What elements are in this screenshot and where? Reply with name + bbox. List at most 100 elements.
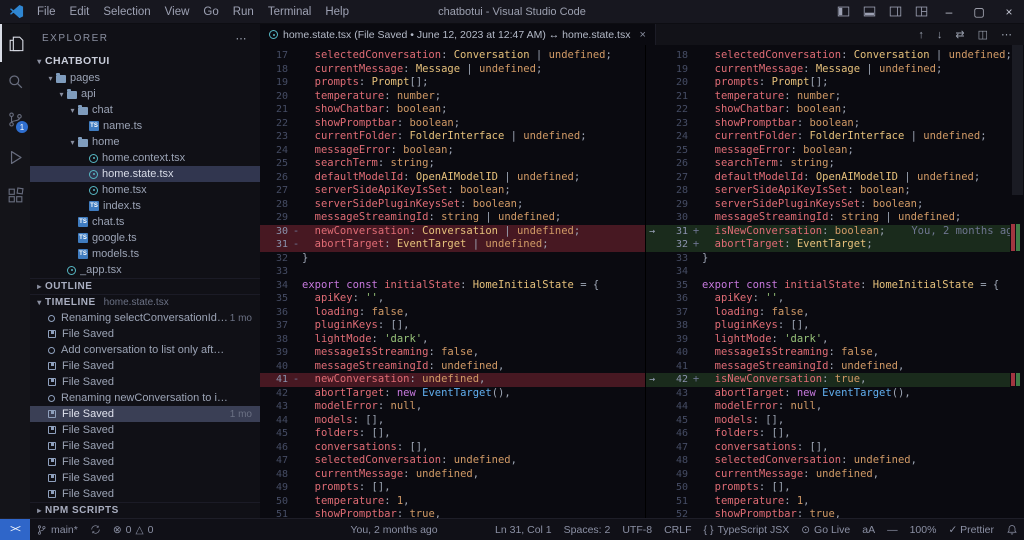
timeline-item[interactable]: Renaming selectConversationId to s... 1 m…	[30, 310, 260, 326]
code-line[interactable]: 17 selectedConversation: Conversation | …	[260, 49, 645, 63]
code-line[interactable]: 36 loading: false,	[260, 306, 645, 320]
code-line[interactable]: 35 export const initialState: HomeInitial…	[646, 279, 1024, 293]
code-line[interactable]: 33}	[646, 252, 1024, 266]
npm-scripts-section[interactable]: ▸ NPM SCRIPTS	[30, 502, 260, 518]
problems-button[interactable]: ⊗ 0 △ 0	[107, 524, 160, 536]
code-line[interactable]: 45 models: [],	[646, 414, 1024, 428]
menu-selection[interactable]: Selection	[96, 6, 157, 18]
code-line[interactable]: 32 + abortTarget: EventTarget;	[646, 238, 1024, 252]
tree-item-google-ts[interactable]: TS google.ts	[30, 230, 260, 246]
code-line[interactable]: 47 conversations: [],	[646, 441, 1024, 455]
more-actions-icon[interactable]: ⋯	[236, 32, 249, 45]
code-line[interactable]: 23 showPromptbar: boolean;	[646, 117, 1024, 131]
cursor-position-button[interactable]: Ln 31, Col 1	[489, 524, 558, 536]
code-line[interactable]: 43 abortTarget: new EventTarget(),	[646, 387, 1024, 401]
menu-help[interactable]: Help	[318, 6, 356, 18]
timeline-item[interactable]: File Saved	[30, 470, 260, 486]
code-line[interactable]: 49 prompts: [],	[260, 481, 645, 495]
tree-item-home-tsx[interactable]: home.tsx	[30, 182, 260, 198]
code-line[interactable]: 32}	[260, 252, 645, 266]
code-line[interactable]: 42 abortTarget: new EventTarget(),	[260, 387, 645, 401]
code-line[interactable]: 28 serverSidePluginKeysSet: boolean;	[260, 198, 645, 212]
code-line[interactable]: 25 messageError: boolean;	[646, 144, 1024, 158]
close-tab-icon[interactable]: ×	[639, 29, 645, 41]
code-line[interactable]: 38 pluginKeys: [],	[646, 319, 1024, 333]
timeline-section[interactable]: ▾ TIMELINE home.state.tsx	[30, 294, 260, 310]
code-line[interactable]: 28 serverSideApiKeyIsSet: boolean;	[646, 184, 1024, 198]
code-line[interactable]: 34	[646, 265, 1024, 279]
code-line[interactable]: 31- abortTarget: EventTarget | undefined…	[260, 238, 645, 252]
go-live-button[interactable]: ⊙ Go Live	[795, 524, 856, 536]
tree-item-models-ts[interactable]: TS models.ts	[30, 246, 260, 262]
toggle-secondary-sidebar-icon[interactable]	[882, 0, 908, 24]
run-debug-icon[interactable]	[0, 138, 30, 176]
eol-button[interactable]: CRLF	[658, 524, 697, 536]
code-line[interactable]: 48 currentMessage: undefined,	[260, 468, 645, 482]
code-line[interactable]: 20 prompts: Prompt[];	[646, 76, 1024, 90]
code-line[interactable]: 40 messageIsStreaming: false,	[646, 346, 1024, 360]
customize-layout-icon[interactable]	[908, 0, 934, 24]
code-line[interactable]: 33	[260, 265, 645, 279]
tree-item--app-tsx[interactable]: _app.tsx	[30, 262, 260, 278]
code-line[interactable]: 27 defaultModelId: OpenAIModelID | undef…	[646, 171, 1024, 185]
code-line[interactable]: 29 messageStreamingId: string | undefine…	[260, 211, 645, 225]
code-line[interactable]: 31 + isNewConversation: boolean; You, 2 mo…	[646, 224, 1024, 238]
diff-left-pane[interactable]: 17 selectedConversation: Conversation | …	[260, 45, 646, 518]
indentation-button[interactable]: Spaces: 2	[558, 524, 617, 536]
search-icon[interactable]	[0, 62, 30, 100]
code-line[interactable]: 18 currentMessage: Message | undefined;	[260, 63, 645, 77]
code-line[interactable]: 44 models: [],	[260, 414, 645, 428]
source-control-icon[interactable]: 1	[0, 100, 30, 138]
code-line[interactable]: 46 conversations: [],	[260, 441, 645, 455]
code-line[interactable]: 23 currentFolder: FolderInterface | unde…	[260, 130, 645, 144]
tree-item-api[interactable]: ▾ api	[30, 86, 260, 102]
minimize-button[interactable]: –	[934, 0, 964, 24]
code-line[interactable]: 30 messageStreamingId: string | undefine…	[646, 211, 1024, 225]
explorer-icon[interactable]	[0, 24, 30, 62]
scrollbar-thumb[interactable]	[1012, 45, 1023, 195]
tree-item-home[interactable]: ▾ home	[30, 134, 260, 150]
timeline-item[interactable]: File Saved	[30, 438, 260, 454]
toggle-panel-icon[interactable]	[856, 0, 882, 24]
project-root[interactable]: ▾ CHATBOTUI	[30, 52, 260, 70]
code-line[interactable]: 18 selectedConversation: Conversation | …	[646, 49, 1024, 63]
code-line[interactable]: 19 prompts: Prompt[];	[260, 76, 645, 90]
code-line[interactable]: 19 currentMessage: Message | undefined;	[646, 63, 1024, 77]
code-line[interactable]: 34 export const initialState: HomeInitial…	[260, 279, 645, 293]
language-mode-button[interactable]: { } TypeScript JSX	[698, 524, 796, 536]
code-line[interactable]: 29 serverSidePluginKeysSet: boolean;	[646, 198, 1024, 212]
code-line[interactable]: 51 showPromptbar: true,	[260, 508, 645, 518]
zoom-level[interactable]: 100%	[904, 524, 943, 536]
timeline-item[interactable]: File Saved 1 mo	[30, 406, 260, 422]
overview-ruler[interactable]	[1010, 45, 1024, 518]
toggle-sidebar-icon[interactable]	[830, 0, 856, 24]
previous-change-icon[interactable]: ↑	[918, 29, 924, 41]
swap-sides-icon[interactable]: ⇄	[955, 28, 964, 41]
code-line[interactable]: 26 searchTerm: string;	[646, 157, 1024, 171]
timeline-item[interactable]: File Saved	[30, 326, 260, 342]
revert-change-arrow[interactable]: →	[649, 373, 655, 387]
timeline-item[interactable]: File Saved	[30, 454, 260, 470]
code-line[interactable]: 39 messageIsStreaming: false,	[260, 346, 645, 360]
code-line[interactable]: 50 temperature: 1,	[260, 495, 645, 509]
menu-view[interactable]: View	[158, 6, 197, 18]
close-window-button[interactable]: ×	[994, 0, 1024, 24]
code-line[interactable]: 39 lightMode: 'dark',	[646, 333, 1024, 347]
code-line[interactable]: 51 temperature: 1,	[646, 495, 1024, 509]
menu-edit[interactable]: Edit	[63, 6, 97, 18]
code-line[interactable]: 37 pluginKeys: [],	[260, 319, 645, 333]
code-line[interactable]: 36 apiKey: '',	[646, 292, 1024, 306]
code-line[interactable]: 42 + isNewConversation: true,	[646, 373, 1024, 387]
code-line[interactable]: 24 currentFolder: FolderInterface | unde…	[646, 130, 1024, 144]
code-line[interactable]: 44 modelError: null,	[646, 400, 1024, 414]
timeline-item[interactable]: File Saved	[30, 486, 260, 502]
timeline-item[interactable]: File Saved	[30, 422, 260, 438]
timeline-item[interactable]: File Saved	[30, 358, 260, 374]
tree-item-index-ts[interactable]: TS index.ts	[30, 198, 260, 214]
diff-right-pane[interactable]: 18 selectedConversation: Conversation | …	[646, 45, 1024, 518]
code-line[interactable]: 26 defaultModelId: OpenAIModelID | undef…	[260, 171, 645, 185]
code-line[interactable]: 21 showChatbar: boolean;	[260, 103, 645, 117]
code-line[interactable]: 40 messageStreamingId: undefined,	[260, 360, 645, 374]
code-line[interactable]: 37 loading: false,	[646, 306, 1024, 320]
tree-item-name-ts[interactable]: TS name.ts	[30, 118, 260, 134]
